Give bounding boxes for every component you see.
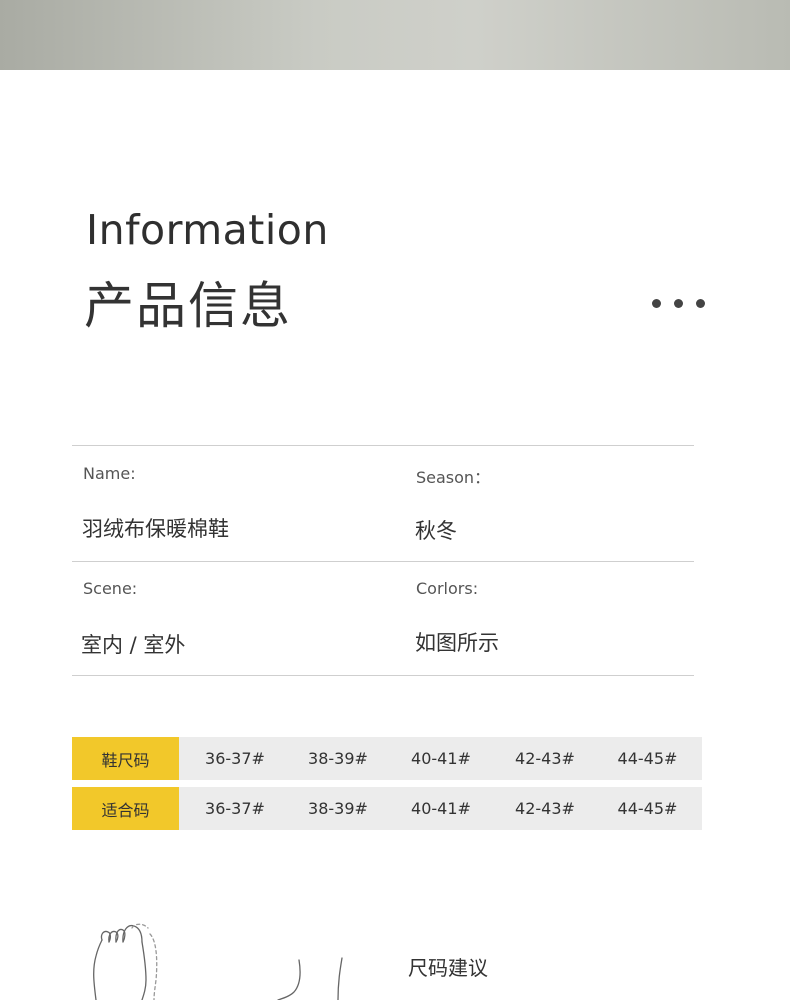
divider: [72, 445, 694, 446]
divider: [72, 561, 694, 562]
size-advice-title: 尺码建议: [408, 956, 488, 980]
product-photo-strip: [0, 0, 790, 70]
size-row-shoe: 鞋尺码 36-37# 38-39# 40-41# 42-43# 44-45#: [72, 737, 702, 780]
size-row-header: 鞋尺码: [72, 737, 179, 780]
colors-label: Corlors:: [416, 579, 479, 598]
size-cell: 44-45#: [617, 749, 678, 768]
name-label: Name:: [83, 464, 136, 483]
size-cell: 44-45#: [617, 799, 678, 818]
scene-value: 室内 / 室外: [81, 633, 186, 657]
size-cell: 42-43#: [515, 799, 575, 818]
size-row-header: 适合码: [72, 787, 179, 830]
section-title-cn: 产品信息: [84, 277, 292, 335]
dot-shape: [696, 299, 705, 308]
size-cell: 40-41#: [411, 799, 471, 818]
size-cell: 38-39#: [308, 749, 368, 768]
name-value: 羽绒布保暖棉鞋: [82, 517, 229, 541]
size-row-fit: 适合码 36-37# 38-39# 40-41# 42-43# 44-45#: [72, 787, 702, 830]
season-value: 秋冬: [415, 519, 457, 543]
size-cell: 40-41#: [411, 749, 471, 768]
dot-shape: [652, 299, 661, 308]
season-label: Season：: [416, 468, 491, 487]
size-cell: 36-37#: [205, 749, 265, 768]
section-title-en: Information: [86, 206, 329, 254]
more-dots-icon: [652, 299, 705, 308]
scene-label: Scene:: [83, 579, 138, 598]
size-cell: 36-37#: [205, 799, 265, 818]
size-cell: 42-43#: [515, 749, 575, 768]
size-cell: 38-39#: [308, 799, 368, 818]
colors-value: 如图所示: [415, 631, 499, 655]
dot-shape: [674, 299, 683, 308]
divider: [72, 675, 694, 676]
foot-outline-icon: [93, 923, 343, 1000]
